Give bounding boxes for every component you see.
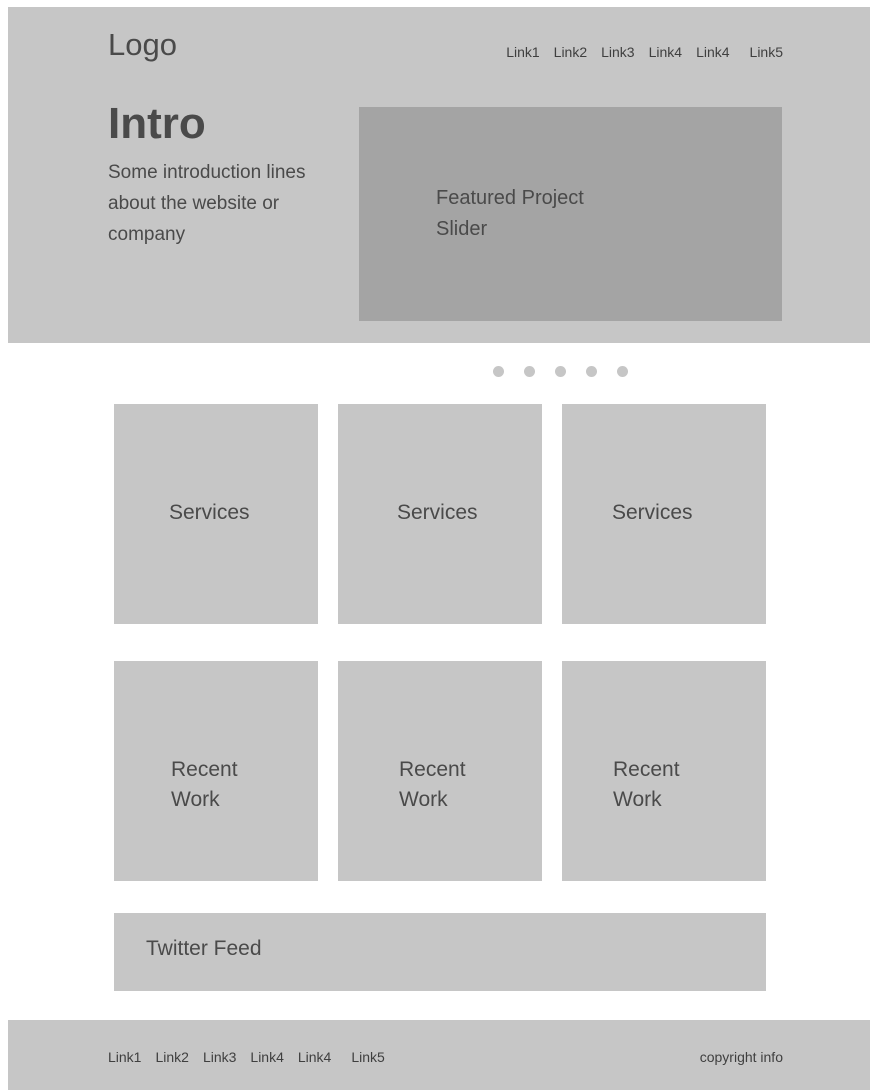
- top-nav: Link1 Link2 Link3 Link4 Link4 Link5: [506, 45, 783, 59]
- slider-label: Featured Project Slider: [436, 183, 636, 245]
- recent-work-box-3[interactable]: Recent Work: [562, 661, 766, 881]
- recent-work-line-1: Recent: [171, 758, 238, 781]
- twitter-feed-label: Twitter Feed: [146, 937, 262, 960]
- footer-nav-link-2[interactable]: Link2: [155, 1050, 188, 1064]
- intro-text: Some introduction lines about the websit…: [108, 162, 306, 245]
- footer-nav-link-3[interactable]: Link3: [203, 1050, 236, 1064]
- top-nav-link-2[interactable]: Link2: [554, 45, 587, 59]
- services-label: Services: [397, 501, 478, 524]
- services-label: Services: [169, 501, 250, 524]
- top-nav-link-3[interactable]: Link3: [601, 45, 634, 59]
- copyright-info: copyright info: [699, 1049, 783, 1065]
- logo[interactable]: Logo: [108, 29, 177, 60]
- recent-work-line-1: Recent: [613, 758, 680, 781]
- top-nav-link-5[interactable]: Link5: [750, 45, 783, 59]
- recent-work-line-2: Work: [613, 788, 662, 811]
- footer-nav: Link1 Link2 Link3 Link4 Link4 Link5: [108, 1050, 385, 1064]
- recent-work-line-2: Work: [399, 788, 448, 811]
- recent-work-box-2[interactable]: Recent Work: [338, 661, 542, 881]
- slider-label-line-2: Slider: [436, 218, 488, 240]
- services-box-1[interactable]: Services: [114, 404, 318, 624]
- slider-dots: [493, 366, 628, 377]
- services-box-3[interactable]: Services: [562, 404, 766, 624]
- slider-dot-1[interactable]: [493, 366, 504, 377]
- recent-work-box-1[interactable]: Recent Work: [114, 661, 318, 881]
- intro-title: Intro: [108, 99, 206, 148]
- top-nav-link-4b[interactable]: Link4: [696, 45, 729, 59]
- twitter-feed[interactable]: Twitter Feed: [114, 913, 766, 991]
- recent-work-line-1: Recent: [399, 758, 466, 781]
- recent-work-label: Recent Work: [171, 755, 238, 815]
- footer-nav-link-4b[interactable]: Link4: [298, 1050, 331, 1064]
- recent-work-label: Recent Work: [613, 755, 680, 815]
- footer-nav-link-4[interactable]: Link4: [250, 1050, 283, 1064]
- services-label: Services: [612, 501, 693, 524]
- footer-nav-link-1[interactable]: Link1: [108, 1050, 141, 1064]
- slider-dot-2[interactable]: [524, 366, 535, 377]
- top-nav-link-1[interactable]: Link1: [506, 45, 539, 59]
- services-box-2[interactable]: Services: [338, 404, 542, 624]
- top-nav-link-4[interactable]: Link4: [649, 45, 682, 59]
- recent-work-line-2: Work: [171, 788, 220, 811]
- footer: Link1 Link2 Link3 Link4 Link4 Link5 copy…: [8, 1020, 870, 1090]
- slider-dot-4[interactable]: [586, 366, 597, 377]
- slider-dot-3[interactable]: [555, 366, 566, 377]
- recent-work-label: Recent Work: [399, 755, 466, 815]
- footer-nav-link-5[interactable]: Link5: [351, 1050, 384, 1064]
- slider-label-line-1: Featured Project: [436, 187, 584, 209]
- header: Logo Link1 Link2 Link3 Link4 Link4 Link5…: [8, 7, 870, 343]
- slider-dot-5[interactable]: [617, 366, 628, 377]
- featured-project-slider[interactable]: Featured Project Slider: [359, 107, 782, 321]
